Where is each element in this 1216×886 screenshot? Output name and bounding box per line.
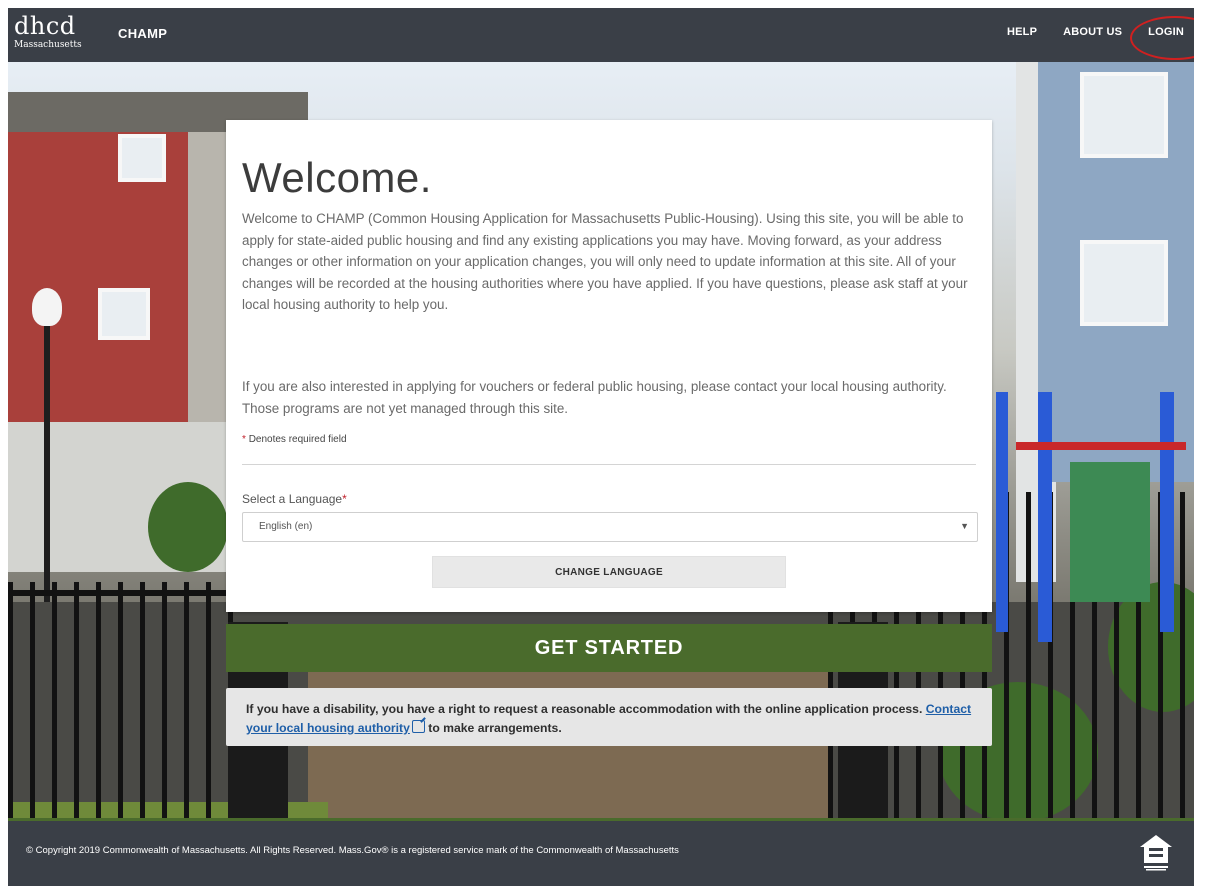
language-select-value: English (en)	[259, 521, 313, 532]
window	[118, 134, 166, 182]
divider	[242, 464, 976, 465]
top-navbar: dhcd Massachusetts CHAMP HELP ABOUT US L…	[8, 8, 1194, 62]
app-name-link[interactable]: CHAMP	[118, 26, 167, 41]
required-note-text: Denotes required field	[248, 434, 347, 445]
playground-pole	[1038, 392, 1052, 642]
accommodation-notice: If you have a disability, you have a rig…	[226, 688, 992, 746]
window	[98, 288, 150, 340]
get-started-button[interactable]: GET STARTED	[226, 624, 992, 672]
language-label: Select a Language*	[242, 492, 347, 506]
playground-pole	[1160, 392, 1174, 632]
tree	[148, 482, 228, 572]
language-select[interactable]: English (en) ▼	[242, 512, 978, 542]
logo-mark: dhcd	[14, 12, 76, 40]
notice-text-before: If you have a disability, you have a rig…	[246, 702, 926, 716]
nav-help[interactable]: HELP	[1007, 26, 1037, 38]
notice-text-after: to make arrangements.	[424, 721, 562, 735]
logo-subtext: Massachusetts	[14, 40, 82, 50]
intro-text: Welcome to CHAMP (Common Housing Applica…	[242, 211, 968, 313]
playground-pole	[996, 392, 1008, 632]
external-link-icon	[411, 720, 425, 733]
lamp-globe	[32, 288, 62, 326]
page: dhcd Massachusetts CHAMP HELP ABOUT US L…	[8, 8, 1194, 886]
equal-housing-opportunity-icon	[1138, 833, 1174, 873]
required-asterisk: *	[242, 434, 246, 445]
required-note: * Denotes required field	[242, 434, 347, 445]
required-asterisk: *	[342, 492, 347, 506]
dhcd-logo[interactable]: dhcd Massachusetts	[14, 14, 104, 56]
fence-rail	[8, 590, 238, 596]
copyright-text: © Copyright 2019 Commonwealth of Massach…	[26, 845, 679, 856]
window	[1080, 240, 1168, 326]
playground-slide	[1070, 462, 1150, 602]
iron-fence	[8, 582, 238, 818]
footer: © Copyright 2019 Commonwealth of Massach…	[8, 821, 1194, 886]
change-language-button[interactable]: CHANGE LANGUAGE	[432, 556, 786, 588]
chevron-down-icon: ▼	[960, 521, 969, 531]
page-title: Welcome.	[242, 154, 432, 201]
language-label-text: Select a Language	[242, 492, 343, 506]
accommodation-text: If you have a disability, you have a rig…	[246, 700, 976, 738]
programs-note: If you are also interested in applying f…	[242, 379, 947, 416]
welcome-card: Welcome. Welcome to CHAMP (Common Housin…	[226, 120, 992, 612]
equal-housing-svg	[1140, 835, 1172, 871]
window	[1080, 72, 1168, 158]
nav-about-us[interactable]: ABOUT US	[1063, 26, 1122, 38]
playground-bar	[1016, 442, 1186, 450]
lamp-pole	[44, 302, 50, 602]
